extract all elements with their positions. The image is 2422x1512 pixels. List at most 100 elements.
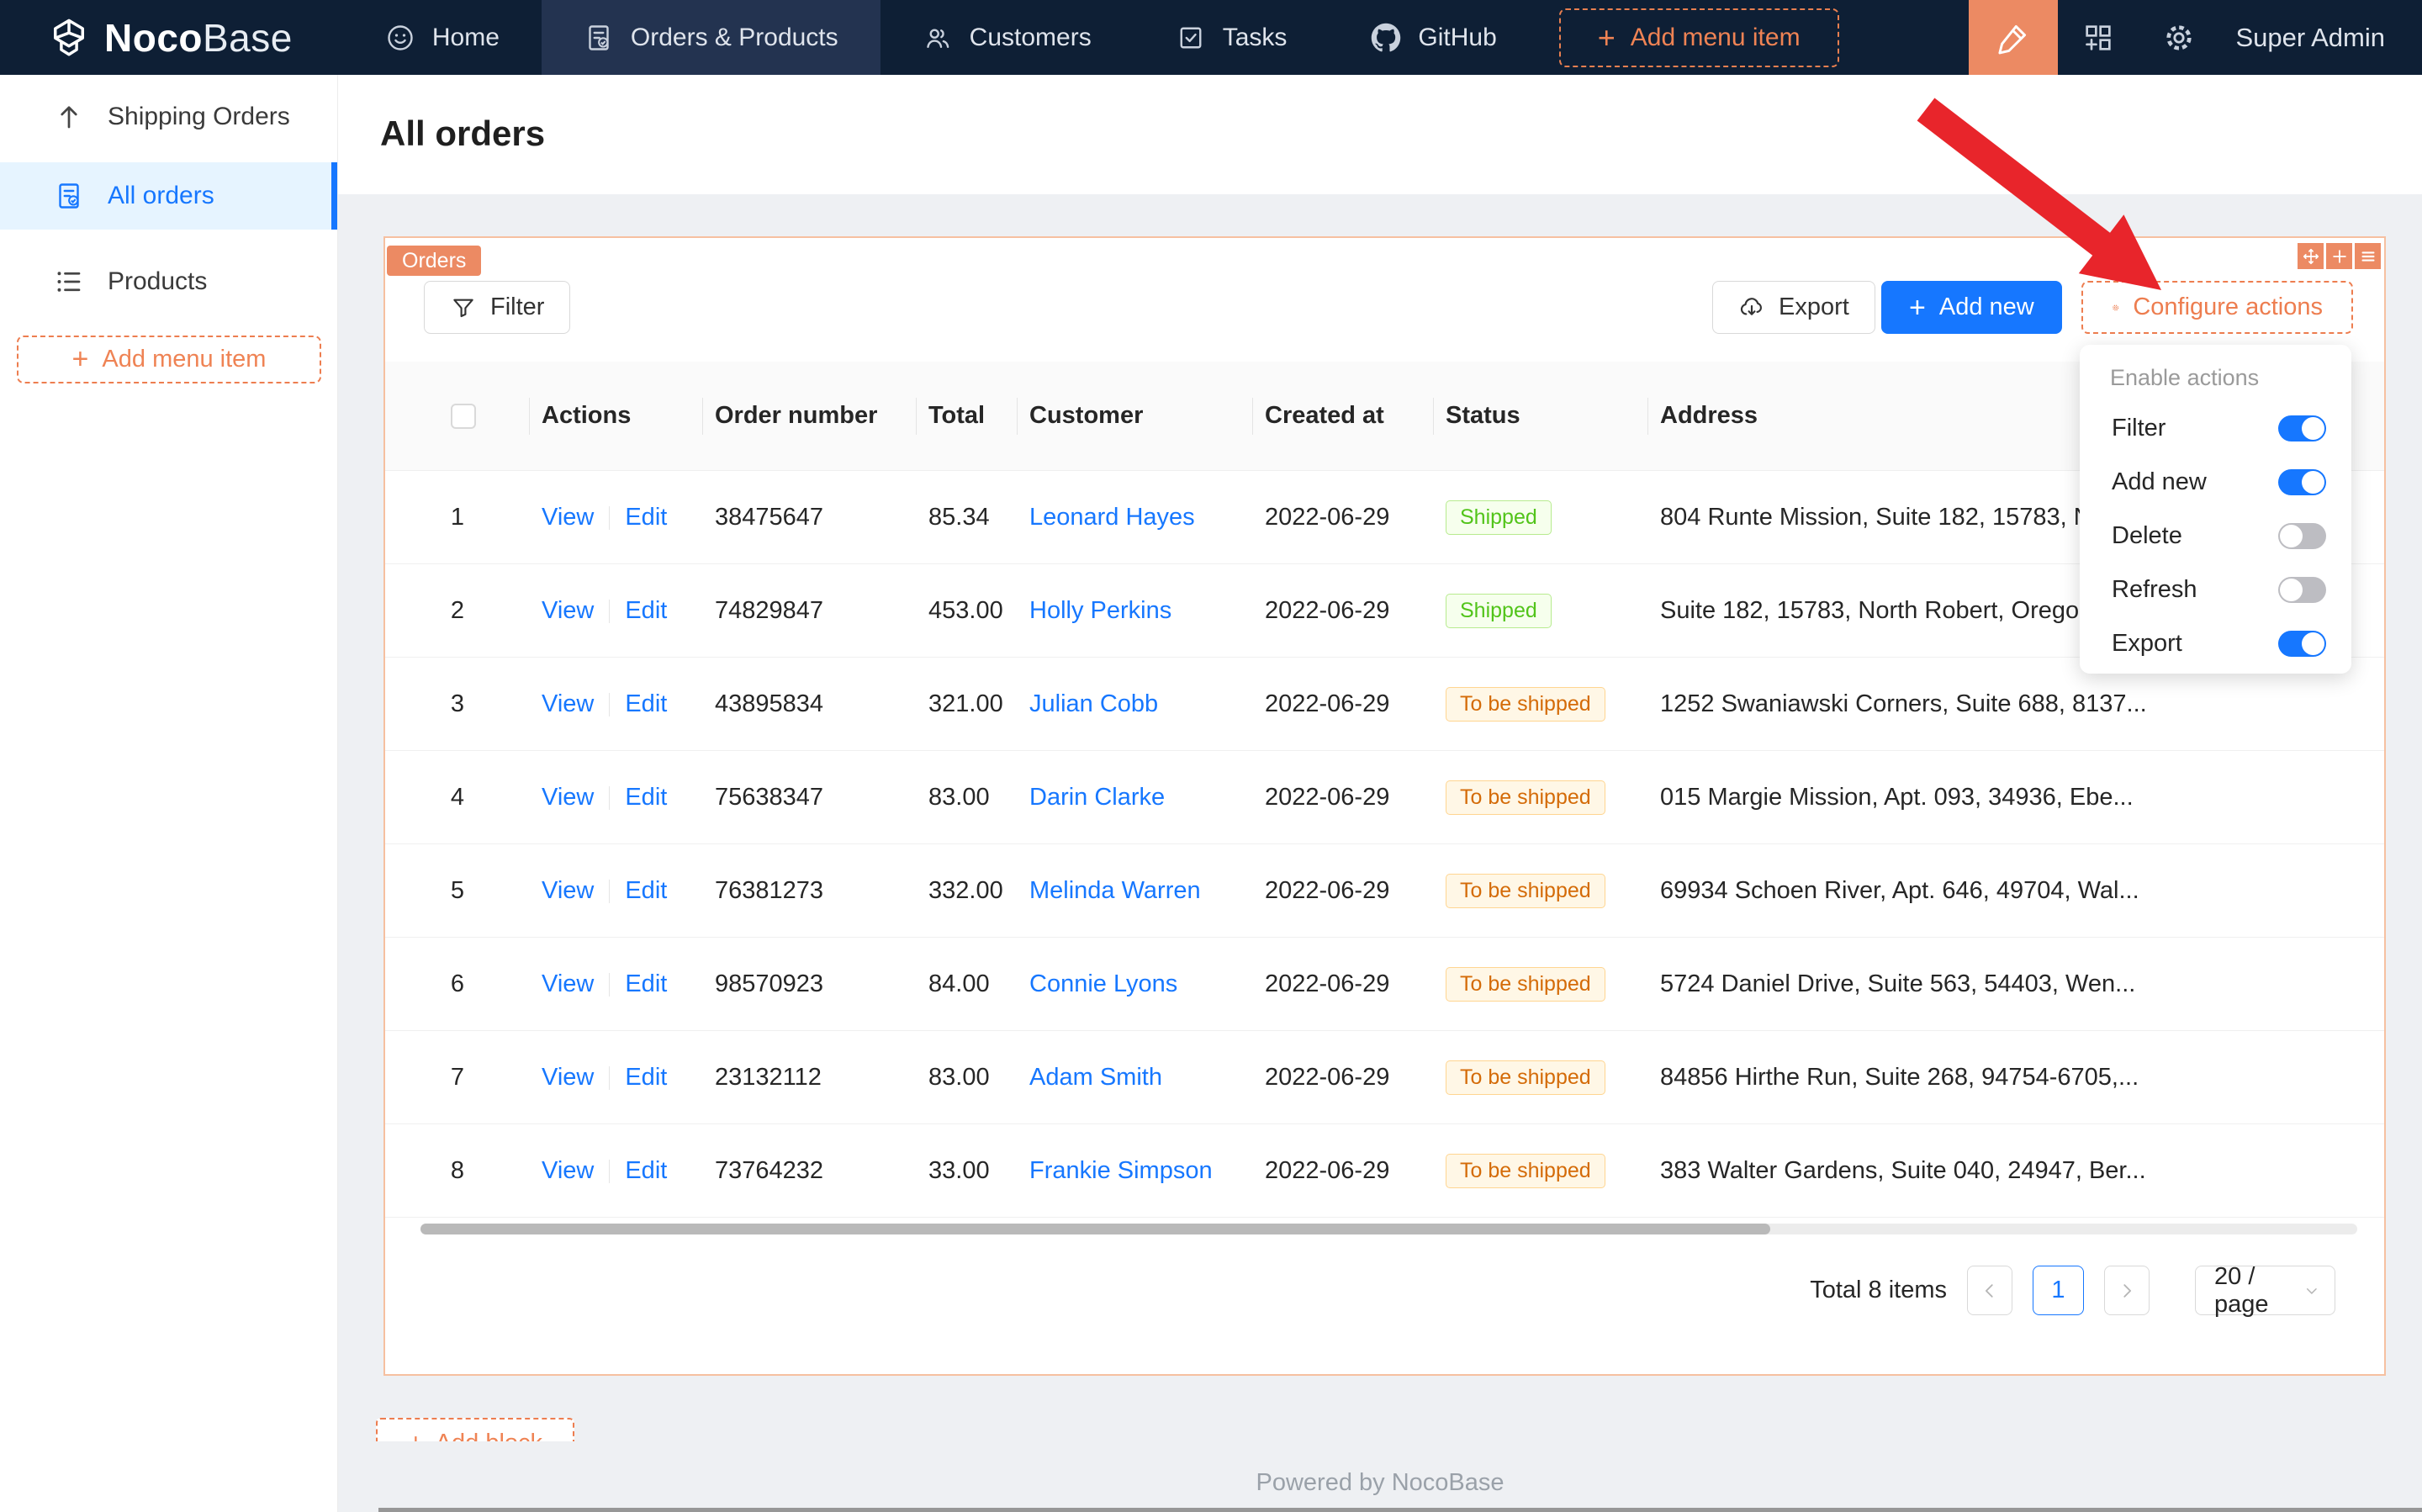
row-index: 1 — [385, 504, 530, 531]
edit-link[interactable]: Edit — [625, 970, 667, 997]
nav-add-menu-item-button[interactable]: + Add menu item — [1559, 8, 1839, 67]
edit-link[interactable]: Edit — [625, 504, 667, 531]
row-status: To be shipped — [1434, 874, 1648, 908]
enable-action-item-export[interactable]: Export — [2098, 616, 2333, 670]
customer-link[interactable]: Darin Clarke — [1029, 784, 1165, 811]
customer-link[interactable]: Julian Cobb — [1029, 690, 1158, 717]
view-link[interactable]: View — [542, 877, 594, 904]
nav-item-orders-products[interactable]: Orders & Products — [542, 0, 880, 75]
ui-editor-button[interactable] — [1969, 0, 2058, 75]
toggle-knob — [2280, 525, 2303, 547]
enable-action-item-delete[interactable]: Delete — [2098, 509, 2333, 563]
customer-link[interactable]: Connie Lyons — [1029, 970, 1177, 997]
view-link[interactable]: View — [542, 1064, 594, 1091]
pagination-total: Total 8 items — [1810, 1277, 1947, 1304]
row-customer[interactable]: Julian Cobb — [1018, 690, 1253, 718]
view-link[interactable]: View — [542, 690, 594, 717]
configure-actions-button[interactable]: Configure actions — [2081, 281, 2353, 334]
top-navbar: NocoBase Home Orders & Products Customer… — [0, 0, 2422, 75]
row-total: 332.00 — [917, 877, 1018, 905]
customer-link[interactable]: Leonard Hayes — [1029, 504, 1195, 531]
toggle-switch[interactable] — [2278, 577, 2326, 603]
row-customer[interactable]: Melinda Warren — [1018, 877, 1253, 905]
row-customer[interactable]: Darin Clarke — [1018, 784, 1253, 812]
page-size-select[interactable]: 20 / page — [2195, 1266, 2335, 1315]
view-link[interactable]: View — [542, 1157, 594, 1184]
row-customer[interactable]: Leonard Hayes — [1018, 504, 1253, 531]
row-order-number: 74829847 — [703, 597, 917, 625]
drag-icon — [2302, 247, 2320, 266]
enable-action-item-filter[interactable]: Filter — [2098, 401, 2333, 455]
row-total: 85.34 — [917, 504, 1018, 531]
row-customer[interactable]: Connie Lyons — [1018, 970, 1253, 998]
edit-link[interactable]: Edit — [625, 784, 667, 811]
block-menu-button[interactable] — [2355, 243, 2381, 269]
view-link[interactable]: View — [542, 784, 594, 811]
nav-item-label: Customers — [970, 24, 1092, 52]
row-customer[interactable]: Holly Perkins — [1018, 597, 1253, 625]
sidebar-item-products[interactable]: Products — [0, 246, 337, 317]
status-badge: To be shipped — [1446, 1060, 1605, 1095]
row-customer[interactable]: Adam Smith — [1018, 1064, 1253, 1092]
nav-item-tasks[interactable]: Tasks — [1134, 0, 1330, 75]
customer-link[interactable]: Frankie Simpson — [1029, 1157, 1213, 1184]
smiley-icon — [385, 23, 415, 53]
column-header-actions[interactable]: Actions — [530, 362, 703, 470]
edit-link[interactable]: Edit — [625, 877, 667, 904]
pagination: Total 8 items 1 20 / page — [1810, 1266, 2335, 1315]
row-total: 453.00 — [917, 597, 1018, 625]
row-actions: View Edit — [530, 504, 703, 531]
column-header-created-at[interactable]: Created at — [1253, 362, 1434, 470]
next-page-button[interactable] — [2104, 1266, 2150, 1315]
nav-item-home[interactable]: Home — [343, 0, 542, 75]
view-link[interactable]: View — [542, 504, 594, 531]
toggle-switch[interactable] — [2278, 469, 2326, 495]
enable-action-item-add-new[interactable]: Add new — [2098, 455, 2333, 509]
row-created-at: 2022-06-29 — [1253, 1157, 1434, 1185]
toggle-switch[interactable] — [2278, 523, 2326, 549]
menu-icon — [2359, 247, 2377, 266]
user-menu[interactable]: Super Admin — [2219, 0, 2422, 75]
add-block-corner-button[interactable] — [2326, 243, 2352, 269]
sidebar-item-all-orders[interactable]: All orders — [0, 162, 337, 230]
bottom-edge-scrollbar[interactable] — [378, 1508, 2422, 1512]
edit-link[interactable]: Edit — [625, 1157, 667, 1184]
edit-link[interactable]: Edit — [625, 597, 667, 624]
customer-link[interactable]: Adam Smith — [1029, 1064, 1162, 1091]
enable-action-item-refresh[interactable]: Refresh — [2098, 563, 2333, 616]
enable-action-label: Refresh — [2112, 576, 2197, 604]
sidebar-item-shipping-orders[interactable]: Shipping Orders — [0, 82, 337, 152]
column-header-status[interactable]: Status — [1434, 362, 1648, 470]
sidebar-add-menu-item-button[interactable]: + Add menu item — [17, 336, 321, 383]
current-page-button[interactable]: 1 — [2033, 1266, 2084, 1315]
row-address: 015 Margie Mission, Apt. 093, 34936, Ebe… — [1648, 784, 2384, 812]
table-row: 6ViewEdit9857092384.00Connie Lyons2022-0… — [385, 938, 2384, 1031]
nav-item-customers[interactable]: Customers — [880, 0, 1134, 75]
drag-block-button[interactable] — [2298, 243, 2324, 269]
add-block-button[interactable]: + Add block — [376, 1418, 574, 1441]
customer-link[interactable]: Melinda Warren — [1029, 877, 1201, 904]
view-link[interactable]: View — [542, 970, 594, 997]
add-new-button[interactable]: + Add new — [1881, 281, 2062, 334]
edit-link[interactable]: Edit — [625, 690, 667, 717]
scrollbar-thumb[interactable] — [420, 1224, 1770, 1234]
select-all-checkbox[interactable] — [451, 404, 476, 429]
column-header-total[interactable]: Total — [917, 362, 1018, 470]
view-link[interactable]: View — [542, 597, 594, 624]
enable-action-label: Filter — [2112, 415, 2166, 442]
prev-page-button[interactable] — [1967, 1266, 2012, 1315]
plugin-manager-button[interactable] — [2058, 0, 2139, 75]
export-button[interactable]: Export — [1712, 281, 1875, 334]
row-customer[interactable]: Frankie Simpson — [1018, 1157, 1253, 1185]
column-header-order-number[interactable]: Order number — [703, 362, 917, 470]
toggle-switch[interactable] — [2278, 631, 2326, 657]
column-header-customer[interactable]: Customer — [1018, 362, 1253, 470]
settings-button[interactable] — [2139, 0, 2219, 75]
nocobase-logo[interactable]: NocoBase — [0, 0, 343, 75]
table-row: 5ViewEdit76381273332.00Melinda Warren202… — [385, 844, 2384, 938]
toggle-switch[interactable] — [2278, 415, 2326, 441]
filter-button[interactable]: Filter — [424, 281, 570, 334]
customer-link[interactable]: Holly Perkins — [1029, 597, 1171, 624]
edit-link[interactable]: Edit — [625, 1064, 667, 1091]
nav-item-github[interactable]: GitHub — [1329, 0, 1538, 75]
